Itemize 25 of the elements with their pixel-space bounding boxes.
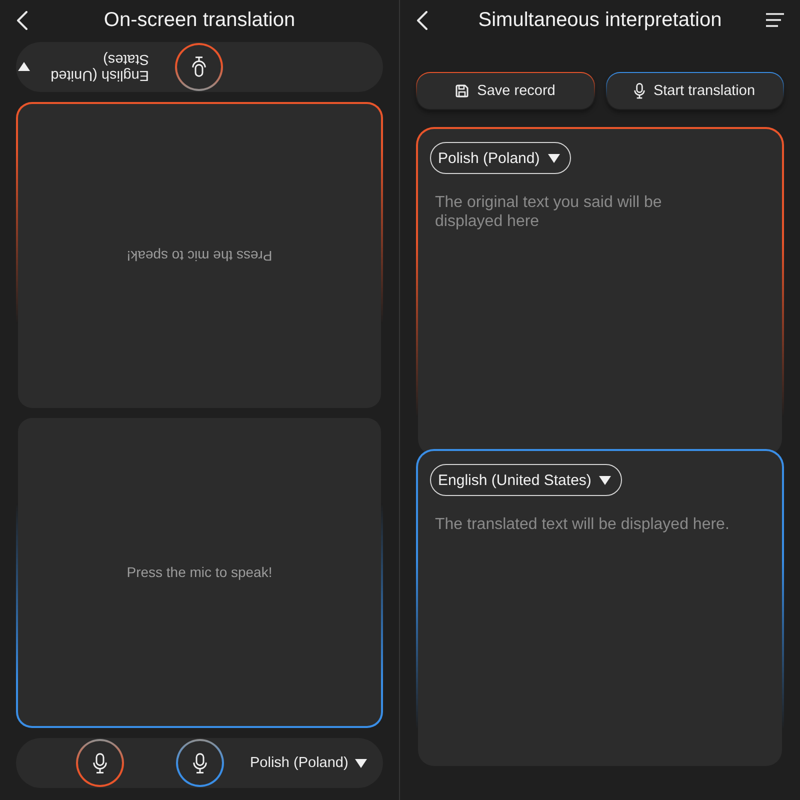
- back-icon[interactable]: [416, 10, 428, 30]
- caret-icon: [355, 758, 368, 768]
- microphone-icon: [193, 752, 207, 774]
- language-dropdown[interactable]: English (United States): [430, 464, 622, 496]
- microphone-icon: [634, 83, 646, 99]
- language-dropdown[interactable]: Polish (Poland): [250, 755, 368, 771]
- caret-icon: [548, 154, 560, 162]
- transcript-card[interactable]: English (United States) The translated text will be displayed here.: [416, 449, 784, 768]
- prompt-text: Press the mic to speak!: [126, 248, 272, 264]
- microphone-button[interactable]: [175, 43, 223, 91]
- language-dropdown[interactable]: English (United States): [18, 51, 149, 83]
- screen-title: Simultaneous interpretation: [478, 8, 722, 32]
- caret-icon: [18, 62, 30, 72]
- prompt-text: Press the mic to speak!: [126, 564, 272, 580]
- screen-title: On-screen translation: [104, 8, 296, 32]
- save-record-button[interactable]: Save record: [416, 72, 594, 110]
- caret-icon: [599, 476, 612, 484]
- microphone-button[interactable]: [76, 739, 124, 787]
- start-translation-button[interactable]: Start translation: [606, 72, 784, 110]
- microphone-icon: [93, 752, 107, 774]
- microphone-icon: [192, 56, 206, 78]
- menu-icon[interactable]: [766, 13, 784, 27]
- microphone-button[interactable]: [176, 739, 224, 787]
- back-icon[interactable]: [16, 10, 28, 30]
- language-dropdown[interactable]: Polish (Poland): [430, 142, 571, 174]
